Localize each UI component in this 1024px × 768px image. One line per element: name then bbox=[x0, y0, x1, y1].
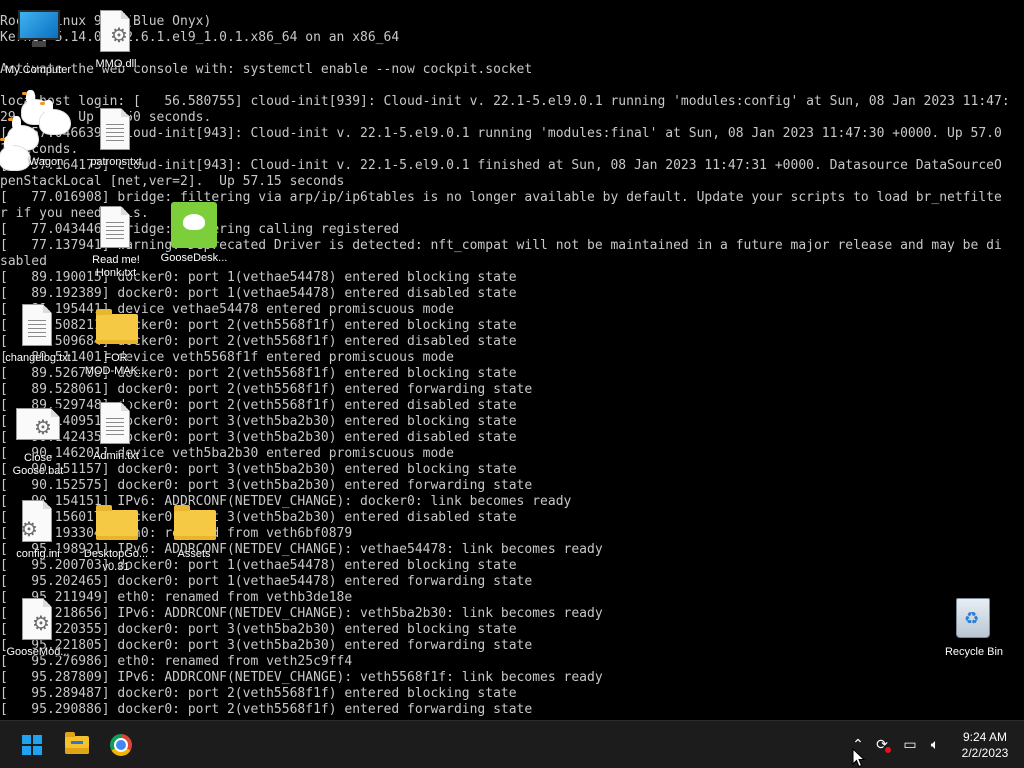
chrome-icon bbox=[110, 734, 132, 756]
console-line: [ 95.202465] docker0: port 1(vethae54478… bbox=[0, 574, 533, 589]
desktop-icon-goose-desktop[interactable]: GooseDesk... bbox=[156, 202, 232, 265]
text-file-icon bbox=[96, 108, 136, 152]
console-line: [ 95.276986] eth0: renamed from veth25c9… bbox=[0, 654, 353, 669]
goose-app-icon bbox=[171, 202, 217, 250]
folder-icon bbox=[96, 500, 138, 544]
goose-sprite bbox=[40, 100, 70, 134]
desktop-icon-mod-making-folder[interactable]: FOR MOD-MAK... bbox=[78, 304, 154, 378]
file-explorer-icon bbox=[65, 732, 89, 754]
icon-label: Read me! bbox=[92, 254, 140, 266]
desktop-screen: Rocky Linux 9.1 (Blue Onyx)Kernel 5.14.0… bbox=[0, 0, 1024, 768]
network-icon[interactable]: ▭ bbox=[900, 735, 920, 755]
desktop-icon-patrons[interactable]: patrons.txt bbox=[78, 108, 154, 169]
start-button[interactable] bbox=[14, 727, 50, 763]
clock-date: 2/2/2023 bbox=[961, 746, 1009, 760]
batch-file-icon: ⚙ bbox=[16, 404, 60, 448]
desktop-icon-wagon[interactable]: Wagon bbox=[8, 156, 84, 169]
icon-label: MOD-MAK... bbox=[84, 365, 148, 377]
icon-label: config.ini bbox=[16, 548, 60, 560]
desktop-icon-desktop-goose-folder[interactable]: DesktopGo... v0.31 bbox=[78, 500, 154, 574]
text-file-icon bbox=[96, 402, 136, 446]
settings-file-icon: ⚙ bbox=[18, 500, 58, 544]
clock[interactable]: 9:24 AM 2/2/2023 bbox=[950, 729, 1020, 761]
console-line: [ 89.192389] docker0: port 1(vethae54478… bbox=[0, 286, 517, 301]
console-line: [ 90.151157] docker0: port 3(veth5ba2b30… bbox=[0, 462, 517, 477]
desktop-icon-recycle-bin[interactable]: ♻ Recycle Bin bbox=[936, 598, 1012, 659]
console-line: [ 95.211949] eth0: renamed from vethb3de… bbox=[0, 590, 353, 605]
desktop-icon-read-me[interactable]: Read me! Honk.txt bbox=[78, 206, 154, 280]
icon-label: DesktopGo... bbox=[83, 548, 149, 560]
console-line: [ 95.221805] docker0: port 3(veth5ba2b30… bbox=[0, 638, 533, 653]
console-line: [ 89.528061] docker0: port 2(veth5568f1f… bbox=[0, 382, 533, 397]
icon-label: Assets bbox=[177, 548, 211, 560]
icon-label: v0.31 bbox=[102, 561, 130, 573]
sync-icon[interactable]: ⟳ bbox=[872, 735, 892, 755]
clock-time: 9:24 AM bbox=[962, 730, 1008, 744]
icon-label: Admin.txt bbox=[93, 450, 139, 462]
console-line: [ 77.016908] bridge: filtering via arp/i… bbox=[0, 190, 1002, 205]
console-line: [ 95.220355] docker0: port 3(veth5ba2b30… bbox=[0, 622, 517, 637]
monitor-icon bbox=[18, 10, 60, 54]
settings-file-icon: ⚙ bbox=[96, 10, 136, 54]
icon-label: FOR bbox=[104, 352, 128, 364]
console-line: [ 95.289487] docker0: port 2(veth5568f1f… bbox=[0, 686, 517, 701]
console-line: [ 95.287809] IPv6: ADDRCONF(NETDEV_CHANG… bbox=[0, 670, 603, 685]
console-line: [ 95.290886] docker0: port 2(veth5568f1f… bbox=[0, 702, 533, 717]
chrome-button[interactable] bbox=[103, 727, 139, 763]
icon-label: changelog.txt bbox=[5, 352, 71, 364]
desktop-icon-my-computer[interactable]: My Computer bbox=[0, 10, 76, 77]
icon-label: patrons.txt bbox=[90, 156, 142, 168]
icon-label: My Computer bbox=[4, 64, 72, 76]
console-line: [ 95.218656] IPv6: ADDRCONF(NETDEV_CHANG… bbox=[0, 606, 603, 621]
icon-label: Close bbox=[23, 452, 53, 464]
volume-icon[interactable]: 🔈︎ bbox=[925, 735, 945, 755]
desktop-icon-close-goose[interactable]: ⚙ Close Goose.bat bbox=[0, 404, 76, 478]
text-file-icon bbox=[96, 206, 136, 250]
icon-label: Goose.bat bbox=[12, 465, 64, 477]
icon-label: Recycle Bin bbox=[944, 646, 1004, 658]
desktop-icon-goose-mod[interactable]: ⚙ GooseMod... bbox=[0, 598, 76, 659]
console-line: [ 90.152575] docker0: port 3(veth5ba2b30… bbox=[0, 478, 533, 493]
desktop-icon-admin[interactable]: Admin.txt bbox=[78, 402, 154, 463]
file-explorer-button[interactable] bbox=[59, 727, 95, 763]
icon-label: GooseMod... bbox=[6, 646, 70, 658]
folder-icon bbox=[174, 500, 216, 544]
icon-label: GooseDesk... bbox=[160, 252, 228, 264]
text-file-icon bbox=[18, 304, 58, 348]
icon-label: Wagon bbox=[28, 156, 64, 168]
taskbar: ⌃ ⟳ ▭ 🔈︎ 9:24 AM 2/2/2023 bbox=[0, 720, 1024, 768]
desktop-icon-changelog[interactable]: changelog.txt bbox=[0, 304, 76, 365]
mouse-cursor-icon bbox=[852, 748, 866, 768]
desktop-icon-assets-folder[interactable]: Assets bbox=[156, 500, 232, 561]
windows-logo-icon bbox=[22, 735, 42, 755]
desktop-icon-config[interactable]: ⚙ config.ini bbox=[0, 500, 76, 561]
icon-label: MMO.dll bbox=[95, 58, 137, 70]
icon-label: Honk.txt bbox=[95, 267, 137, 279]
folder-icon bbox=[96, 304, 138, 348]
desktop-icon-mmo-dll[interactable]: ⚙ MMO.dll bbox=[78, 10, 154, 71]
console-line: penStackLocal [net,ver=2]. Up 57.15 seco… bbox=[0, 174, 345, 189]
settings-file-icon: ⚙ bbox=[18, 598, 58, 642]
recycle-bin-icon: ♻ bbox=[954, 598, 994, 642]
